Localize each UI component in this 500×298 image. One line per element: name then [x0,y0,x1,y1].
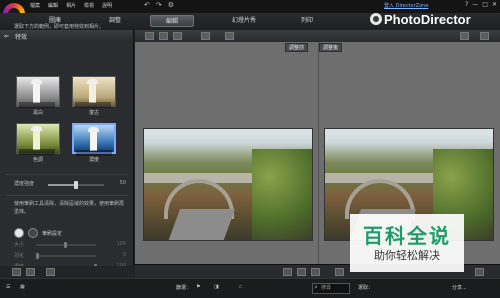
brush-size-knob[interactable] [64,242,67,248]
brush-add-icon[interactable] [14,228,24,238]
brush-feather-value: 0 [122,252,126,258]
brush-size-label: 大小 [14,242,25,248]
color-filter-icon[interactable]: ◨ [214,284,219,290]
select-label[interactable]: 選取： [358,284,373,291]
brush-size-value: 100 [116,241,126,247]
settings-icon[interactable]: ⚙ [168,1,174,9]
preset-vintage-label: 復古 [88,110,99,116]
grid-view-icon[interactable] [173,32,182,40]
preset-tone-label: 色調 [32,157,43,163]
flag-icon[interactable] [46,268,55,276]
preset-density-label: 濃度 [88,157,99,163]
lighthouse-image [19,79,55,108]
undo-icon[interactable]: ↶ [144,1,150,9]
menu-bar: 檔案 編輯 相片 檢視 說明 [30,1,112,11]
compare-view-icon[interactable] [159,32,168,40]
panel-header: ⇐ 特效 [0,30,133,42]
preset-density[interactable] [72,123,116,156]
foliage [252,149,312,240]
mask-view-icon[interactable] [311,268,320,276]
strength-slider-row: 濃度強度 50 [14,180,126,190]
brush-size-slider: 大小 100 [14,241,126,249]
title-toolbar: ↶ ↷ ⚙ [144,1,174,9]
tab-print[interactable]: 列印 [290,15,324,27]
close-icon[interactable]: ✕ [492,1,497,8]
zoom-icon[interactable] [460,32,469,40]
watermark-title: 百科全说 [363,224,451,248]
preset-bw[interactable] [16,76,60,108]
menu-file[interactable]: 檔案 [30,1,40,11]
display-options-icon[interactable] [225,32,234,40]
status-bar: ☰ ▦ 篩選： ⚑ ◨ ☆ 搜尋 選取： 分享... [0,278,500,298]
preset-bw-label: 黑白 [32,110,43,116]
menu-edit[interactable]: 編輯 [48,1,58,11]
before-after-icon[interactable] [283,268,292,276]
brand-logo-icon [370,13,382,25]
tab-slideshow[interactable]: 幻燈片秀 [222,15,266,27]
film-strip-icon[interactable]: ▦ [20,284,25,290]
login-link[interactable]: 登入 DirectorZone [384,2,428,9]
before-label: 調整前 [285,43,309,52]
prev-icon[interactable] [335,268,344,276]
preset-tone[interactable] [16,123,60,155]
divider [6,174,128,175]
search-input[interactable]: 搜尋 [312,283,350,294]
menu-icon[interactable]: ☰ [6,284,10,290]
share-button[interactable]: 分享... [452,284,467,291]
redo-icon[interactable]: ↷ [156,1,162,9]
single-view-icon[interactable] [145,32,154,40]
menu-view[interactable]: 檢視 [84,1,94,11]
brush-erase-icon[interactable] [28,228,38,238]
people-icon[interactable] [26,268,35,276]
photo-before[interactable] [143,128,313,241]
divider [6,195,128,196]
brush-feather-track[interactable] [36,255,96,257]
hand-tool-icon[interactable] [480,32,489,40]
strength-slider-fill [48,184,76,186]
strength-label: 濃度強度 [14,181,35,187]
rating-filter-icon[interactable]: ☆ [238,284,242,290]
lighthouse-image [19,126,55,155]
single-person-icon[interactable] [12,268,21,276]
strength-value: 50 [119,180,126,186]
road [167,209,236,240]
brush-settings-row: 筆刷設定 [14,226,62,240]
panel-title: 特效 [15,33,28,41]
menu-help[interactable]: 說明 [102,1,112,11]
lighthouse-image [75,79,111,108]
lighthouse-image [76,127,112,156]
preset-vintage[interactable] [72,76,116,108]
brush-settings-label: 筆刷設定 [42,230,63,237]
brush-feather-label: 羽化 [14,253,25,259]
brand-name: PhotoDirector [384,12,471,27]
maximize-icon[interactable]: □ [482,1,488,8]
viewer-toolbar [135,30,500,42]
brush-feather-slider: 羽化 0 [14,252,126,260]
strength-slider-knob[interactable] [74,181,78,189]
flag-filter-icon[interactable]: ⚑ [196,284,200,290]
help-icon[interactable]: ? [465,1,468,8]
left-panel-footer [0,266,134,278]
fullscreen-icon[interactable] [201,32,210,40]
tab-edit[interactable]: 編輯 [150,15,194,27]
after-label: 調整後 [319,43,343,52]
watermark-overlay: 百科全说 助你轻松解决 [350,214,464,272]
watermark-subtitle: 助你轻松解决 [374,249,440,262]
minimize-icon[interactable]: — [472,1,478,8]
window-controls: ? — □ ✕ [465,1,497,8]
compare-divider [318,42,319,264]
effects-note: 選取下方的範例，即可套用特效到相片。 [14,24,105,30]
back-arrow-icon[interactable]: ⇐ [4,33,9,40]
brush-feather-knob[interactable] [36,253,39,259]
filter-label: 篩選： [176,285,192,291]
menu-photo[interactable]: 相片 [66,1,76,11]
split-view-icon[interactable] [297,268,306,276]
brush-hint: 使用筆刷工具清除，清除區域的效果，使用筆刷再塗抹。 [14,201,125,215]
next-icon[interactable] [475,268,484,276]
photodirector-window: 檔案 編輯 相片 檢視 說明 ↶ ↷ ⚙ 登入 DirectorZone ? —… [0,0,500,298]
